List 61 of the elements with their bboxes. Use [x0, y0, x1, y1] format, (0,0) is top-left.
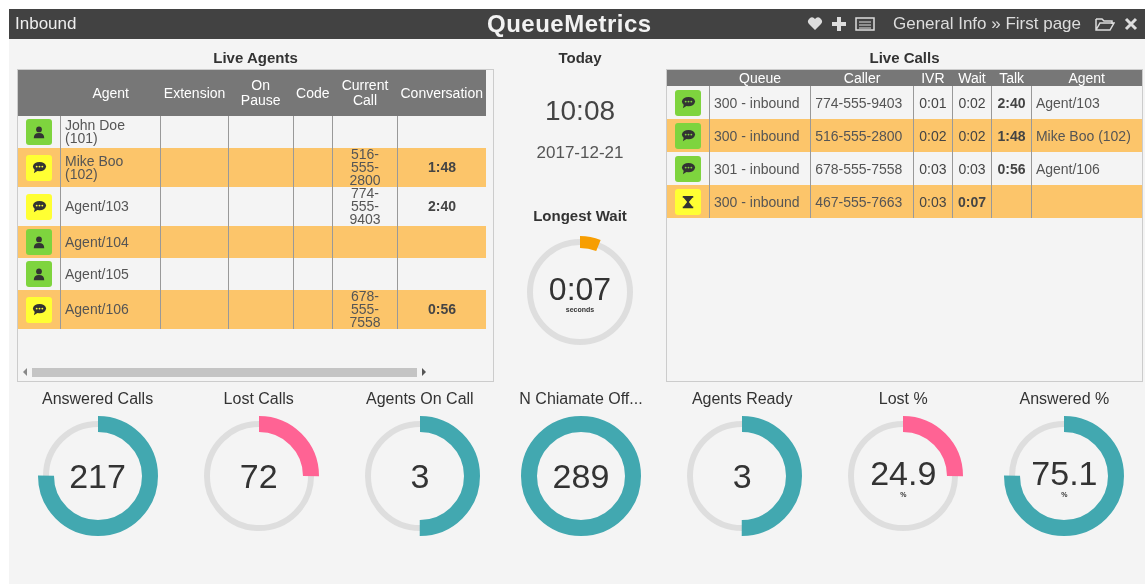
column-header: Talk [991, 70, 1032, 86]
gauge-title: Lost Calls [223, 390, 294, 409]
scroll-right-icon[interactable] [421, 368, 427, 376]
column-header: Extension [160, 70, 229, 116]
gauge-title: Longest Wait [533, 207, 627, 224]
current-call: 678-555-7558 [332, 290, 398, 329]
list-icon[interactable] [854, 16, 875, 32]
column-header: IVR [913, 70, 953, 86]
status-icon [675, 89, 701, 116]
gauge-value: 24.9 [870, 454, 937, 491]
current-time: 10:08 [544, 95, 616, 127]
gauge-value: 72 [239, 458, 278, 494]
conversation-time: 0:56 [397, 290, 486, 329]
gauge-value: 3 [410, 458, 430, 494]
gauge-title: Agents Ready [691, 390, 793, 409]
scroll-left-icon[interactable] [22, 368, 28, 376]
current-date: 2017-12-21 [536, 143, 624, 163]
status-icon [26, 154, 52, 181]
column-header: On Pause [228, 70, 293, 116]
close-icon[interactable] [1123, 16, 1139, 32]
panel-title: Today [558, 48, 602, 68]
status-icon [26, 296, 52, 323]
gauge-value: 217 [69, 458, 126, 494]
panel-title: Live Agents [212, 48, 299, 68]
status-icon [675, 122, 701, 149]
heart-icon[interactable] [806, 16, 823, 32]
breadcrumb[interactable]: General Info » First page [892, 14, 1081, 34]
gauge-value: 289 [552, 458, 610, 494]
panel-title: Live Calls [868, 48, 941, 68]
column-header: Caller [810, 70, 914, 86]
status-icon [675, 188, 701, 215]
ivr-time: 0:03 [913, 185, 953, 218]
status-icon [26, 229, 52, 255]
gauge-value: 0:07 [548, 271, 612, 306]
column-header: Wait [952, 70, 992, 86]
plus-icon[interactable] [830, 16, 847, 32]
scroll-thumb[interactable] [32, 367, 417, 377]
gauge-title: Agents On Call [366, 390, 474, 409]
status-icon [675, 155, 701, 182]
column-header: Queue [709, 70, 811, 86]
column-header: Conversation [397, 70, 486, 116]
column-header: Agent [1031, 70, 1142, 86]
column-header: Agent [60, 70, 161, 116]
gauge-title: N Chiamate Off... [519, 390, 643, 409]
brand-logo: QueueMetrics [487, 10, 652, 38]
column-header: Current Call [332, 70, 398, 116]
gauge-value: 75.1 [1031, 454, 1098, 491]
status-icon [26, 193, 52, 220]
folder-icon[interactable] [1095, 16, 1115, 32]
gauge-title: Lost % [878, 390, 928, 409]
queue-name: 300 - inbound [709, 185, 811, 218]
gauge-title: Answered Calls [42, 390, 154, 409]
gauge-value: 3 [732, 458, 752, 494]
status-icon [26, 261, 52, 287]
page-title: Inbound [15, 14, 77, 34]
caller-number: 467-555-7663 [810, 185, 914, 218]
wait-time: 0:07 [952, 185, 992, 218]
agent-name: Agent/106 [60, 290, 161, 329]
status-icon [26, 119, 52, 145]
gauge-title: Answered % [1019, 390, 1110, 409]
column-header: Code [293, 70, 333, 116]
